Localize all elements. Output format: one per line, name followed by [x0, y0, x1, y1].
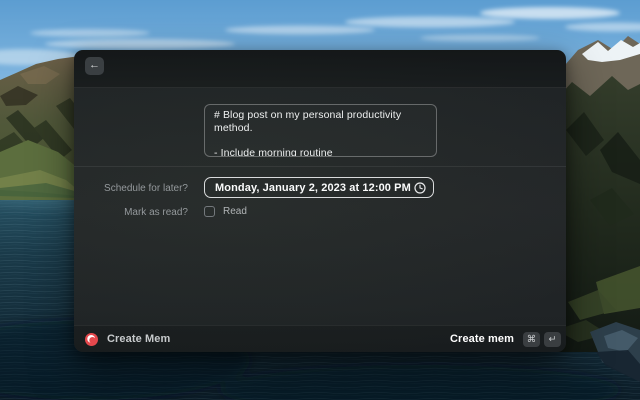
schedule-datetime-value: Monday, January 2, 2023 at 12:00 PM: [215, 182, 414, 194]
app-name: Create Mem: [107, 333, 170, 345]
schedule-label: Schedule for later?: [104, 183, 188, 194]
create-mem-dialog: ← # Blog post on my personal productivit…: [74, 50, 566, 352]
back-button[interactable]: ←: [85, 57, 104, 75]
back-arrow-icon: ←: [89, 59, 100, 71]
return-key-icon[interactable]: ↵: [544, 332, 561, 347]
dialog-header: ←: [74, 50, 566, 88]
mark-as-read-label: Mark as read?: [124, 207, 188, 218]
command-key-icon[interactable]: ⌘: [523, 332, 540, 347]
dialog-footer: Create Mem Create mem ⌘ ↵: [74, 325, 566, 352]
note-editor[interactable]: # Blog post on my personal productivity …: [204, 104, 437, 157]
clock-icon: [414, 182, 426, 194]
mem-logo-icon: [85, 333, 98, 346]
create-mem-button[interactable]: Create mem: [450, 333, 514, 345]
read-checkbox[interactable]: [204, 206, 215, 217]
footer-left: Create Mem: [85, 333, 170, 346]
schedule-datetime-input[interactable]: Monday, January 2, 2023 at 12:00 PM: [204, 177, 434, 198]
note-content: # Blog post on my personal productivity …: [214, 109, 427, 157]
read-checkbox-label[interactable]: Read: [223, 206, 247, 217]
section-divider: [74, 166, 566, 167]
footer-right: Create mem ⌘ ↵: [450, 332, 561, 347]
